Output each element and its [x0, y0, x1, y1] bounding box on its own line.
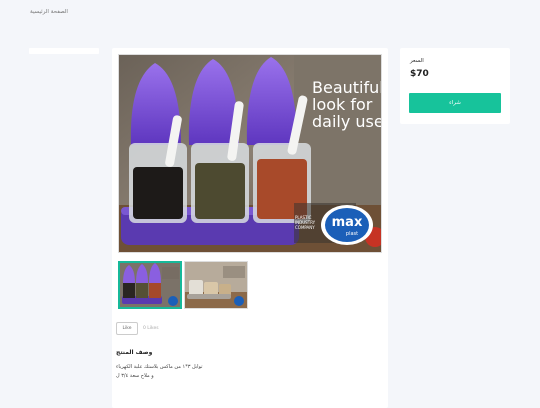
description-title: وصف المنتج — [116, 349, 153, 356]
price-label: السعر — [410, 58, 424, 64]
thumbnail-2-photo — [185, 262, 247, 308]
description-line-2: و ملاح سعة ٣/٤ ل — [116, 373, 154, 379]
description-line-1: توابل ٣*١ من ماكس بلاستك علبة الكهرباء — [116, 364, 203, 370]
banner-line-3: daily use — [312, 112, 381, 131]
product-main-image[interactable]: max plast PLASTIC INDUSTRY COMPANY Beaut… — [118, 54, 382, 253]
price-panel: السعر $70 شراء — [400, 48, 510, 124]
product-card: max plast PLASTIC INDUSTRY COMPANY Beaut… — [112, 48, 388, 408]
thumbnail-1[interactable] — [118, 261, 182, 309]
like-button[interactable]: Like — [116, 322, 138, 335]
thumbnail-2[interactable] — [184, 261, 248, 309]
sidebar-card — [29, 48, 99, 54]
likes-count: 0 Likes — [143, 326, 159, 331]
thumbnail-1-photo — [120, 263, 180, 307]
brand-tagline-3: COMPANY — [295, 225, 315, 230]
product-photo: max plast PLASTIC INDUSTRY COMPANY Beaut… — [119, 55, 381, 252]
nav-home-link[interactable]: الصفحة الرئيسية — [30, 9, 68, 15]
brand-logo-sub: plast — [346, 231, 358, 237]
brand-logo-main: max — [332, 215, 363, 230]
buy-button[interactable]: شراء — [409, 93, 501, 113]
price-value: $70 — [410, 69, 429, 79]
